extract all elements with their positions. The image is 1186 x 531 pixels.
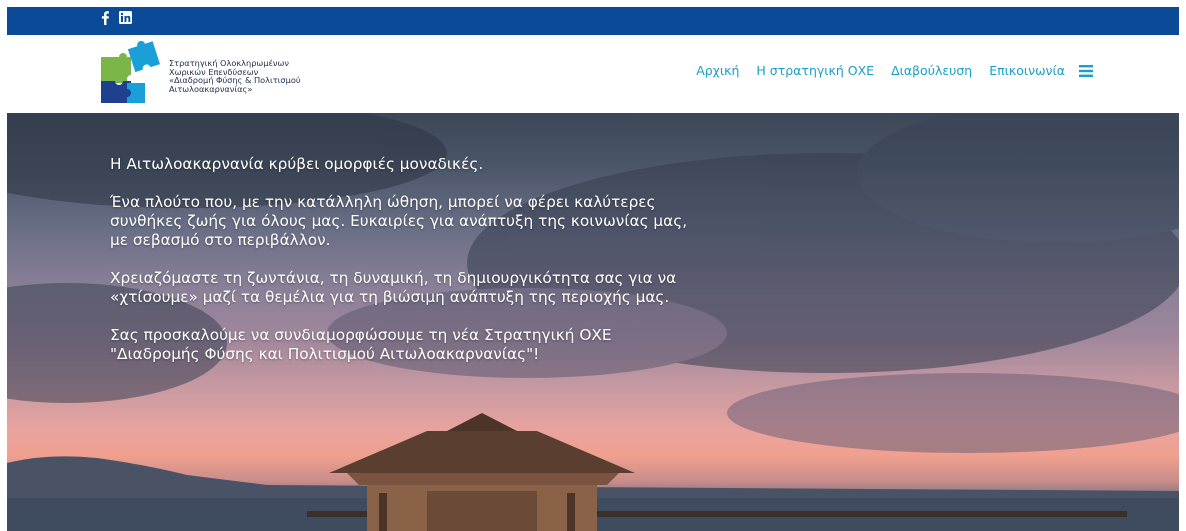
facebook-link[interactable] [100, 11, 110, 25]
nav-item-home[interactable]: Αρχική [696, 63, 739, 78]
hero-text: Η Αιτωλοακαρνανία κρύβει ομορφιές μοναδι… [110, 155, 690, 383]
hamburger-menu-icon[interactable] [1079, 64, 1093, 77]
logo-line: Αιτωλοακαρνανίας» [169, 83, 253, 94]
site-header: Στρατηγική Ολοκληρωμένων Χωρικών Επενδύσ… [7, 35, 1179, 113]
hero-paragraph: Χρειαζόμαστε τη ζωντάνια, τη δυναμική, τ… [110, 269, 677, 306]
facebook-icon [101, 11, 109, 25]
main-nav: Αρχική Η στρατηγική ΟΧΕ Διαβούλευση Επικ… [696, 63, 1093, 78]
linkedin-icon [119, 11, 132, 24]
nav-item-strategy[interactable]: Η στρατηγική ΟΧΕ [756, 63, 874, 78]
hero-paragraph: Σας προσκαλούμε να συνδιαμορφώσουμε τη ν… [110, 326, 612, 363]
hero-paragraph: Ένα πλούτο που, με την κατάλληλη ώθηση, … [110, 193, 688, 249]
puzzle-logo-icon[interactable] [97, 41, 161, 105]
hero-paragraph: Η Αιτωλοακαρνανία κρύβει ομορφιές μοναδι… [110, 155, 484, 173]
linkedin-link[interactable] [119, 11, 132, 25]
nav-item-consultation[interactable]: Διαβούλευση [891, 63, 972, 78]
logo-text: Στρατηγική Ολοκληρωμένων Χωρικών Επενδύσ… [169, 59, 369, 93]
top-bar [7, 7, 1179, 35]
nav-item-contact[interactable]: Επικοινωνία [989, 63, 1065, 78]
hero-banner: Η Αιτωλοακαρνανία κρύβει ομορφιές μοναδι… [7, 113, 1179, 531]
social-links [100, 11, 132, 25]
hut [329, 413, 635, 531]
